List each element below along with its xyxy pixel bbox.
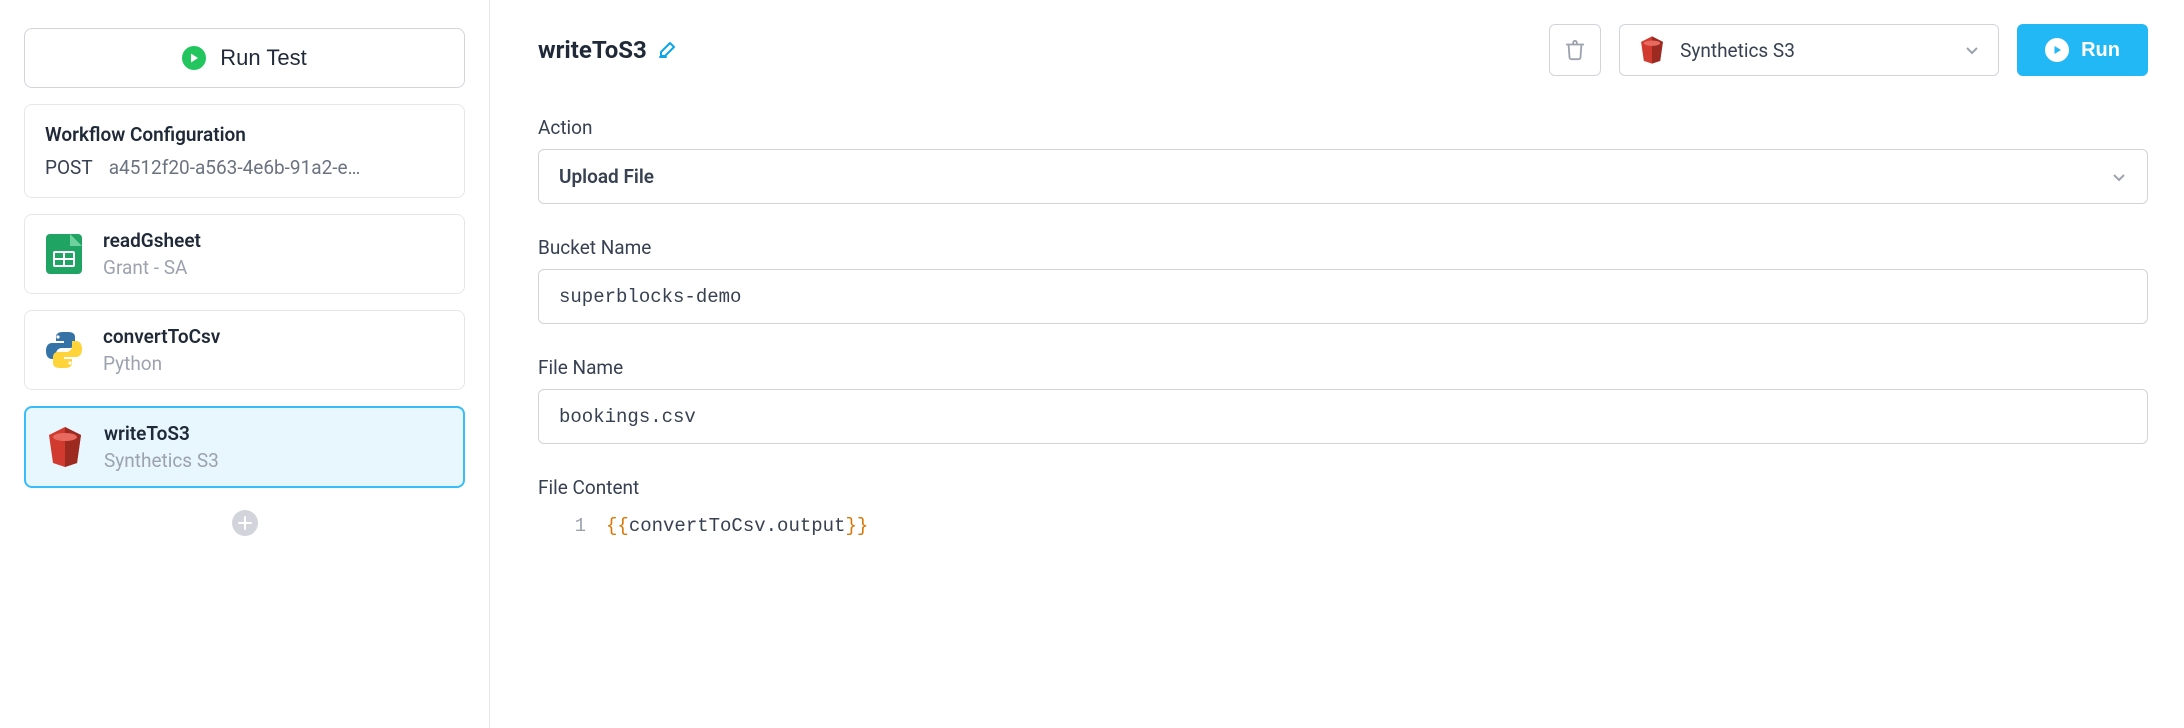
bucket-name-input[interactable]: superblocks-demo [538, 269, 2148, 324]
workflow-id: a4512f20-a563-4e6b-91a2-e… [109, 156, 361, 179]
run-label: Run [2081, 39, 2120, 62]
gsheet-icon [43, 233, 85, 275]
step-subtitle: Synthetics S3 [104, 449, 219, 472]
aws-s3-icon [44, 426, 86, 468]
edit-icon[interactable] [657, 40, 677, 60]
step-card-writetos3[interactable]: writeToS3 Synthetics S3 [24, 406, 465, 488]
file-content-label: File Content [538, 476, 2148, 499]
workflow-config-title: Workflow Configuration [45, 123, 444, 146]
delete-button[interactable] [1549, 24, 1601, 76]
page-title: writeToS3 [538, 36, 647, 64]
resource-label: Synthetics S3 [1680, 39, 1795, 62]
resource-select[interactable]: Synthetics S3 [1619, 24, 1999, 76]
sidebar: Run Test Workflow Configuration POST a45… [0, 0, 490, 728]
add-step-button[interactable] [232, 510, 258, 536]
file-content-editor[interactable]: 1 {{convertToCsv.output}} [538, 509, 2148, 537]
step-subtitle: Grant - SA [103, 256, 201, 279]
action-select[interactable]: Upload File [538, 149, 2148, 204]
run-button[interactable]: Run [2017, 24, 2148, 76]
step-title: writeToS3 [104, 422, 219, 445]
code-line: {{convertToCsv.output}} [606, 515, 868, 537]
file-name-value: bookings.csv [559, 406, 696, 428]
play-icon [2045, 38, 2069, 62]
run-test-button[interactable]: Run Test [24, 28, 465, 88]
main-panel: writeToS3 [490, 0, 2184, 728]
brace-open: {{ [606, 515, 629, 537]
bucket-name-value: superblocks-demo [559, 286, 741, 308]
file-name-input[interactable]: bookings.csv [538, 389, 2148, 444]
step-card-readgsheet[interactable]: readGsheet Grant - SA [24, 214, 465, 294]
step-title: readGsheet [103, 229, 201, 252]
code-expression: convertToCsv.output [629, 515, 846, 537]
chevron-down-icon [1964, 42, 1980, 58]
trash-icon [1564, 39, 1586, 61]
workflow-config-card[interactable]: Workflow Configuration POST a4512f20-a56… [24, 104, 465, 198]
action-label: Action [538, 116, 2148, 139]
action-value: Upload File [559, 165, 654, 188]
brace-close: }} [845, 515, 868, 537]
file-name-label: File Name [538, 356, 2148, 379]
run-test-label: Run Test [220, 45, 306, 71]
play-icon [182, 46, 206, 70]
aws-s3-icon [1638, 35, 1666, 65]
step-subtitle: Python [103, 352, 220, 375]
bucket-name-label: Bucket Name [538, 236, 2148, 259]
chevron-down-icon [2111, 169, 2127, 185]
step-title: convertToCsv [103, 325, 220, 348]
python-icon [43, 329, 85, 371]
line-number: 1 [568, 515, 586, 537]
step-card-converttocsv[interactable]: convertToCsv Python [24, 310, 465, 390]
workflow-method: POST [45, 156, 93, 179]
